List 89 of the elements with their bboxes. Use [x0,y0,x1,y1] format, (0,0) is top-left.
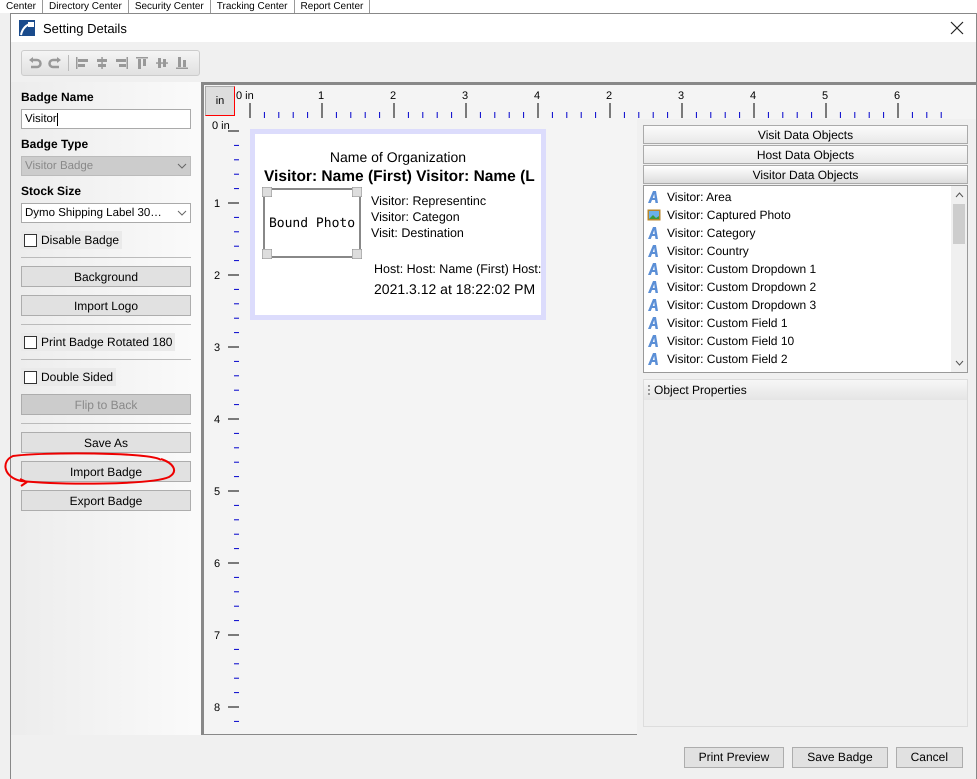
field-label: Badge Name [21,90,95,104]
unit-button[interactable]: in [205,86,235,116]
visitor-name: Visitor: Name (First) Visitor: Name (L [264,168,536,186]
list-item[interactable]: Visitor: Area [644,188,951,206]
badge-field: Visit: Destination [371,226,486,240]
align-middle-icon[interactable] [155,56,169,70]
action-button[interactable]: Import Logo [21,295,191,316]
badge-name-field[interactable]: Visitor [21,109,191,129]
text-icon [647,316,661,330]
badge-field: Visitor: Categon [371,210,486,224]
section-header[interactable]: Visitor Data Objects [643,165,968,184]
app-icon [19,20,35,36]
ruler-label: 4 [534,90,540,102]
text-icon [647,280,661,294]
list-item[interactable]: Visitor: Custom Field 2 [644,350,951,368]
text-icon [647,262,661,276]
footer-button[interactable]: Print Preview [684,746,784,768]
ruler-label: 2 [390,90,396,102]
ruler-label: 3 [214,342,220,354]
panel-title: Object Properties [654,383,747,397]
timestamp: 2021.3.12 at 18:22:02 PM [374,281,536,297]
align-right-icon[interactable] [115,56,129,70]
badge-field: Visitor: Representinc [371,194,486,208]
ruler-label: 6 [894,90,900,102]
resize-handle[interactable] [262,249,272,259]
action-button[interactable]: Save As [21,432,191,453]
chevron-down-icon [177,210,187,216]
list-item[interactable]: Visitor: Custom Field 1 [644,314,951,332]
align-left-icon[interactable] [75,56,89,70]
ruler-label: 3 [678,90,684,102]
window-title: Setting Details [43,20,127,36]
list-item[interactable]: Visitor: Custom Dropdown 3 [644,296,951,314]
host-field: Host: Host: Name (First) Host: [374,262,541,276]
text-icon [647,226,661,240]
organization-name: Name of Organization [328,149,468,165]
text-icon [647,334,661,348]
list-item[interactable]: Visitor: Country [644,242,951,260]
ruler-label: 1 [214,198,220,210]
chevron-down-icon [177,163,187,169]
photo-label: Bound Photo [268,216,356,230]
list-item[interactable]: Visitor: Captured Photo [644,206,951,224]
ruler-label: 6 [214,558,220,570]
list-item[interactable]: Visitor: Custom Field 10 [644,332,951,350]
ruler-label: 3 [462,90,468,102]
footer-button[interactable]: Save Badge [792,746,888,768]
ruler-label: 0 in [236,90,254,102]
action-button[interactable]: Export Badge [21,490,191,511]
section-header[interactable]: Visit Data Objects [643,125,968,144]
align-top-icon[interactable] [135,56,149,70]
ruler-label: 2 [214,270,220,282]
text-icon [647,190,661,204]
field-label: Badge Type [21,137,90,151]
resize-handle[interactable] [352,249,362,259]
stock-size-dropdown[interactable]: Dymo Shipping Label 30… [21,203,191,223]
ruler-label: 0 in [212,120,230,132]
list-item[interactable]: Visitor: Custom Dropdown 1 [644,260,951,278]
field-label: Stock Size [21,184,82,198]
text-icon [647,244,661,258]
text-icon [647,298,661,312]
checkbox[interactable]: Disable Badge [21,231,122,249]
action-button[interactable]: Background [21,266,191,287]
align-center-icon[interactable] [95,56,109,70]
resize-handle[interactable] [262,187,272,197]
scrollbar[interactable] [951,186,967,372]
scroll-down-icon[interactable] [954,360,964,366]
ruler-label: 5 [214,486,220,498]
close-icon[interactable] [950,21,964,35]
scroll-thumb[interactable] [953,204,965,244]
redo-icon[interactable] [48,56,62,70]
align-bottom-icon[interactable] [175,56,189,70]
checkbox[interactable]: Double Sided [21,368,116,386]
ruler-label: 4 [750,90,756,102]
action-button[interactable]: Import Badge [21,461,191,482]
ruler-label: 7 [214,630,220,642]
list-item[interactable]: Visitor: Custom Dropdown 2 [644,278,951,296]
checkbox[interactable]: Print Badge Rotated 180 [21,333,176,351]
undo-icon[interactable] [28,56,42,70]
ruler-label: 2 [606,90,612,102]
text-icon [647,352,661,366]
list-item[interactable]: Visitor: Category [644,224,951,242]
ruler-label: 8 [214,702,220,714]
section-header[interactable]: Host Data Objects [643,145,968,164]
resize-handle[interactable] [352,187,362,197]
footer-button[interactable]: Cancel [896,746,963,768]
scroll-up-icon[interactable] [954,192,964,198]
picture-icon [647,208,661,222]
ruler-label: 4 [214,414,220,426]
ruler-label: 5 [822,90,828,102]
ruler-label: 1 [318,90,324,102]
